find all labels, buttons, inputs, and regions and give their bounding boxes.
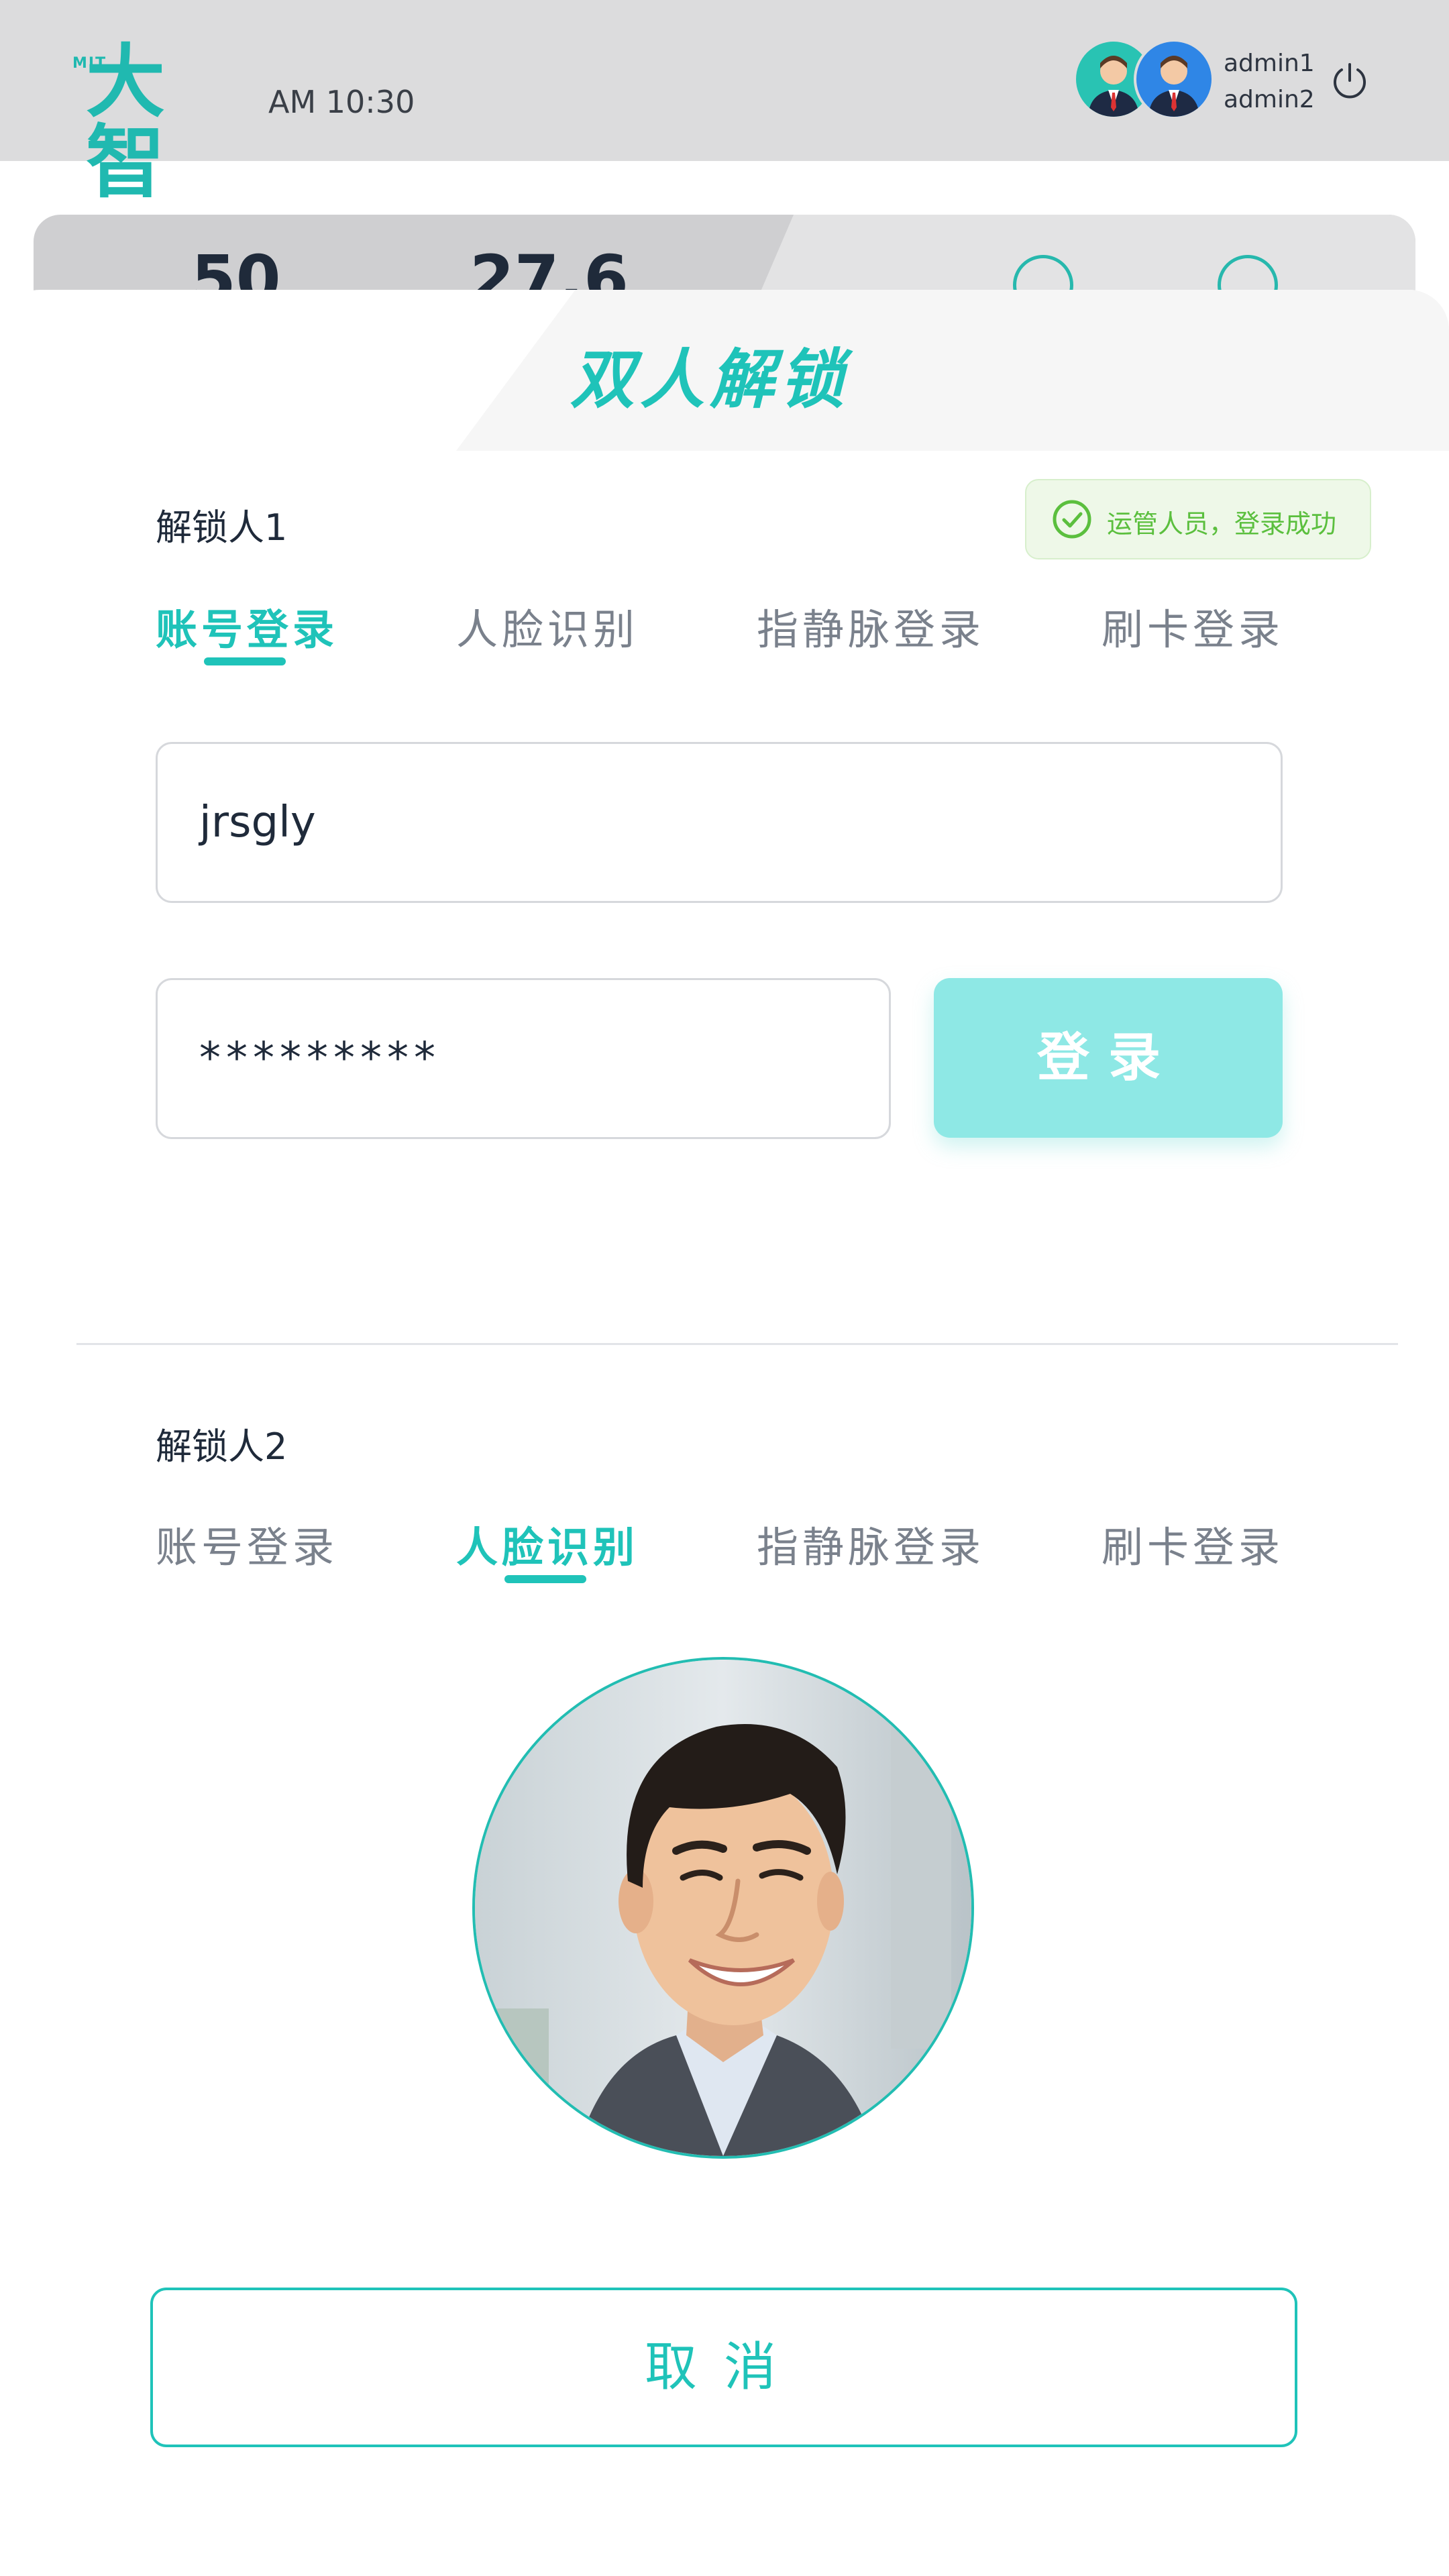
login-success-text: 运管人员，登录成功 [1107,509,1337,539]
power-icon[interactable] [1330,60,1370,101]
clock-time: AM 10:30 [268,84,415,120]
section-divider [76,1343,1398,1345]
dual-unlock-dialog: 双人解锁 解锁人1 运管人员，登录成功 账号登录 人脸识别 指静脉登录 刷卡登录… [0,290,1449,2576]
tab-face-recognition[interactable]: 人脸识别 [456,596,639,656]
logo-text: 大智 [86,36,166,209]
user-name-1: admin1 [1224,50,1315,77]
tab-account-login[interactable]: 账号登录 [156,596,338,656]
check-circle-icon [1053,500,1091,539]
login-button[interactable]: 登录 [934,978,1283,1138]
tab-face-recognition[interactable]: 人脸识别 [456,1513,639,1574]
tab-card-login[interactable]: 刷卡登录 [1102,1513,1284,1574]
unlocker1-label: 解锁人1 [156,506,288,549]
password-input[interactable]: ********* [156,978,891,1139]
tab-finger-vein-login[interactable]: 指静脉登录 [757,596,985,656]
tab-account-login[interactable]: 账号登录 [156,1513,338,1574]
user-names: admin1 admin2 [1224,46,1315,118]
top-header: MIT 大智 AM 10:30 admin1 admin2 [0,0,1449,203]
active-tab-indicator [504,1575,586,1583]
username-input[interactable]: jrsgly [156,742,1283,903]
cancel-button[interactable]: 取消 [150,2288,1297,2447]
app-logo: MIT 大智 [72,42,240,203]
face-photo [475,1660,971,2156]
face-capture-preview [472,1657,974,2159]
active-tab-indicator [204,657,286,665]
dialog-title: 双人解锁 [570,342,849,417]
user-name-2: admin2 [1224,86,1315,113]
tab-finger-vein-login[interactable]: 指静脉登录 [757,1513,985,1574]
user-avatar-icon[interactable] [1134,39,1214,119]
tab-card-login[interactable]: 刷卡登录 [1102,596,1284,656]
unlocker2-label: 解锁人2 [156,1426,288,1468]
login-success-badge: 运管人员，登录成功 [1025,479,1371,559]
